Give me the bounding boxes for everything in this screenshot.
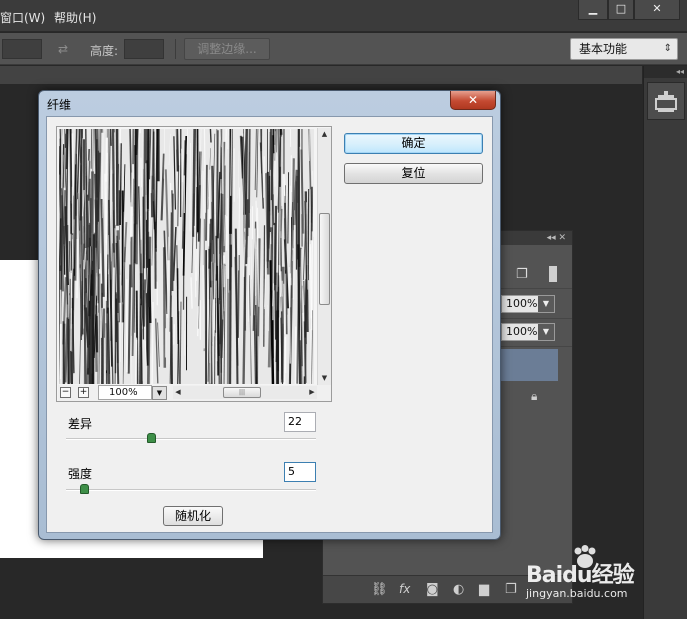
fibers-dialog: 纤维 ✕ ▲ ▼ − + 100% ▼ ◀ ||| ▶ 确定 复位 差异 22 …	[38, 90, 501, 540]
watermark-brand: Baidu经验	[526, 563, 635, 588]
scroll-thumb[interactable]: |||	[223, 387, 261, 398]
separator	[175, 39, 176, 59]
opacity-field[interactable]: 100% ▼	[501, 295, 555, 313]
strength-slider-thumb[interactable]	[79, 484, 89, 494]
menu-bar: 窗口(W) 帮助(H) ▁ □ ✕	[0, 0, 687, 32]
ok-button[interactable]: 确定	[344, 133, 483, 154]
updown-icon: ⇕	[663, 43, 672, 54]
menu-window[interactable]: 窗口(W)	[0, 9, 45, 26]
scroll-left-icon[interactable]: ◀	[173, 386, 183, 399]
close-icon: ✕	[467, 93, 479, 107]
swap-icon[interactable]: ⇄	[58, 42, 68, 56]
new-doc-icon[interactable]: ❐	[516, 267, 528, 282]
opacity-value: 100%	[506, 297, 538, 310]
scroll-right-icon[interactable]: ▶	[307, 386, 317, 399]
watermark-url: jingyan.baidu.com	[526, 587, 628, 600]
dialog-body: ▲ ▼ − + 100% ▼ ◀ ||| ▶ 确定 复位 差异 22 强度 5	[46, 116, 493, 533]
minimize-button[interactable]: ▁	[578, 0, 608, 20]
reset-button[interactable]: 复位	[344, 163, 483, 184]
workspace-value: 基本功能	[579, 42, 628, 56]
workspace-select[interactable]: 基本功能 ⇕	[570, 38, 678, 60]
baidu-watermark: Baidu经验 jingyan.baidu.com	[526, 545, 666, 605]
refine-edge-button[interactable]: 调整边缘...	[184, 38, 270, 60]
dialog-title: 纤维	[47, 98, 72, 112]
fibers-preview[interactable]	[59, 129, 314, 384]
right-dock: ◂◂	[643, 66, 687, 619]
strength-slider[interactable]	[66, 489, 316, 491]
mask-icon[interactable]: ◙	[426, 582, 439, 597]
zoom-field[interactable]: 100%	[98, 385, 152, 400]
height-field[interactable]	[124, 39, 164, 59]
document-tab-strip	[0, 66, 642, 84]
scroll-thumb[interactable]	[319, 213, 330, 305]
vertical-scrollbar[interactable]: ▲ ▼	[317, 128, 331, 385]
randomize-button[interactable]: 随机化	[163, 506, 223, 526]
lock-icon: 🔒︎	[531, 389, 538, 403]
strength-input[interactable]: 5	[284, 462, 316, 482]
scroll-down-icon[interactable]: ▼	[318, 372, 331, 384]
menu-help[interactable]: 帮助(H)	[54, 9, 96, 26]
variance-slider-thumb[interactable]	[147, 433, 156, 443]
horizontal-scrollbar[interactable]: ◀ ||| ▶	[173, 386, 317, 399]
fx-icon[interactable]: fx	[399, 582, 410, 596]
chevron-down-icon[interactable]: ▼	[538, 296, 554, 312]
strength-label: 强度	[68, 467, 93, 481]
folder-icon[interactable]: ▆	[479, 582, 489, 597]
scroll-up-icon[interactable]: ▲	[318, 128, 331, 140]
lock-toggle-icon[interactable]	[549, 266, 557, 282]
fill-field[interactable]: 100% ▼	[501, 323, 555, 341]
width-field[interactable]	[2, 39, 42, 59]
zoom-out-button[interactable]: −	[60, 387, 71, 398]
fill-value: 100%	[506, 325, 538, 338]
options-bar: ⇄ 高度: 调整边缘... 基本功能 ⇕	[0, 33, 687, 65]
height-label: 高度:	[90, 44, 119, 58]
variance-input[interactable]: 22	[284, 412, 316, 432]
new-layer-icon[interactable]: ❐	[505, 582, 517, 597]
preview-footer: − + 100% ▼ ◀ ||| ▶	[58, 385, 331, 401]
collapse-dock-icon[interactable]: ◂◂	[644, 66, 687, 78]
dock-tool-icon[interactable]	[647, 82, 685, 120]
zoom-in-button[interactable]: +	[78, 387, 89, 398]
variance-label: 差异	[68, 417, 93, 431]
close-dialog-button[interactable]: ✕	[450, 91, 496, 110]
link-icon[interactable]: ⛓︎	[371, 582, 388, 597]
chevron-down-icon[interactable]: ▼	[538, 324, 554, 340]
chevron-down-icon[interactable]: ▼	[152, 386, 167, 400]
maximize-button[interactable]: □	[608, 0, 634, 20]
variance-slider[interactable]	[66, 438, 316, 440]
close-app-button[interactable]: ✕	[634, 0, 680, 20]
adjustment-icon[interactable]: ◐	[453, 582, 464, 597]
preview-frame: ▲ ▼ − + 100% ▼ ◀ ||| ▶	[56, 126, 332, 402]
